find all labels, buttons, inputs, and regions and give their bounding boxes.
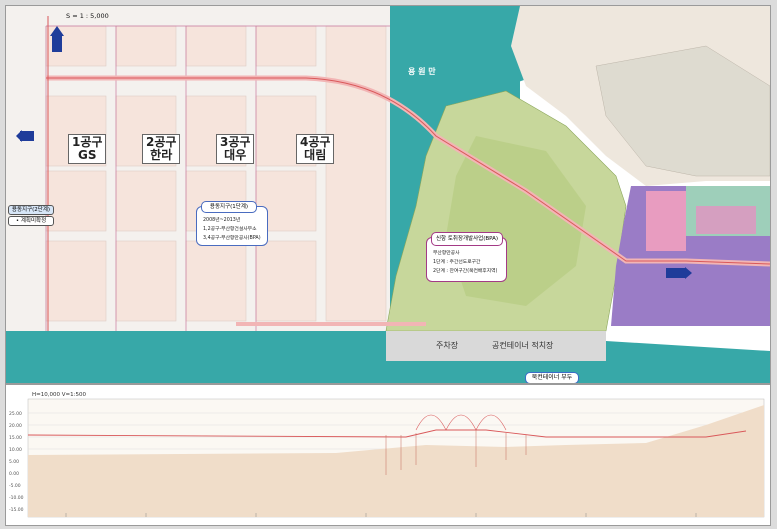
port-pink-block [696, 206, 756, 234]
district-3: 3공구 대우 [216, 134, 255, 164]
y-tick: -5.00 [9, 483, 21, 489]
y-tick: -10.00 [9, 495, 24, 501]
legend-item: 3,4공구-부산항만공사(BPA) [203, 236, 261, 241]
new-port-item: 부산항만공사 [433, 251, 460, 256]
y-tick: 15.00 [9, 435, 22, 441]
district-2: 2공구 한라 [142, 134, 181, 164]
profile-svg: H=10,000 V=1:500 25.00 20.00 15.00 10.00… [9, 392, 765, 518]
y-tick: 5.00 [9, 459, 19, 465]
district-2-contractor: 한라 [150, 148, 173, 162]
side-tag-lower: • 계획미확정 [8, 216, 54, 226]
side-tag-upper: 용동지구(2단계) [8, 205, 54, 215]
profile-view: H=10,000 V=1:500 25.00 20.00 15.00 10.00… [5, 384, 771, 526]
district-1-contractor: GS [77, 148, 97, 162]
profile-y-ticks: 25.00 20.00 15.00 10.00 5.00 0.00 -5.00 … [9, 411, 24, 513]
legend-title: 용동지구(1단계) [201, 201, 257, 213]
legend-item: 2008년~2013년 [203, 218, 241, 223]
district-4: 4공구 대림 [296, 134, 335, 164]
new-port-item: 1단계 : 주간선도로구간 [433, 260, 481, 265]
y-tick: 0.00 [9, 471, 19, 477]
district-4-contractor: 대림 [304, 148, 327, 162]
port-magenta-block [646, 191, 686, 251]
y-tick: -15.00 [9, 507, 24, 513]
plan-view: S = 1 : 5,000 1공구 GS 2공구 한라 3공구 대우 4공구 대… [5, 5, 771, 384]
bottom-tag: 북컨테이너 부두 [525, 372, 579, 383]
map-frame: S = 1 : 5,000 1공구 GS 2공구 한라 3공구 대우 4공구 대… [0, 0, 777, 529]
container-yard-label: 공컨테이너 적치장 [492, 341, 554, 350]
district-2-name: 2공구 [146, 135, 177, 149]
new-port-item: 2단계 : 잔여구간(북컨배후지역) [433, 269, 498, 274]
district-1-name: 1공구 [72, 135, 103, 149]
profile-scale: H=10,000 V=1:500 [32, 392, 86, 398]
district-1: 1공구 GS [68, 134, 107, 164]
district-3-contractor: 대우 [224, 148, 247, 162]
y-tick: 10.00 [9, 447, 22, 453]
new-port-title: 신항 토취장개발사업(BPA) [431, 232, 503, 246]
y-tick: 20.00 [9, 423, 22, 429]
plan-svg [6, 6, 770, 383]
y-tick: 25.00 [9, 411, 22, 417]
bay-label: 용 원 만 [408, 67, 436, 76]
legend-box: 용동지구(1단계) 2008년~2013년 1,2공구-부산항건설사무소 3,4… [196, 201, 268, 246]
district-3-name: 3공구 [220, 135, 251, 149]
legend-item: 1,2공구-부산항건설사무소 [203, 227, 257, 232]
parking-label: 주차장 [436, 341, 459, 350]
scale-text: S = 1 : 5,000 [66, 12, 109, 20]
new-port-box: 신항 토취장개발사업(BPA) 부산항만공사 1단계 : 주간선도로구간 2단계… [426, 232, 507, 282]
district-4-name: 4공구 [300, 135, 331, 149]
